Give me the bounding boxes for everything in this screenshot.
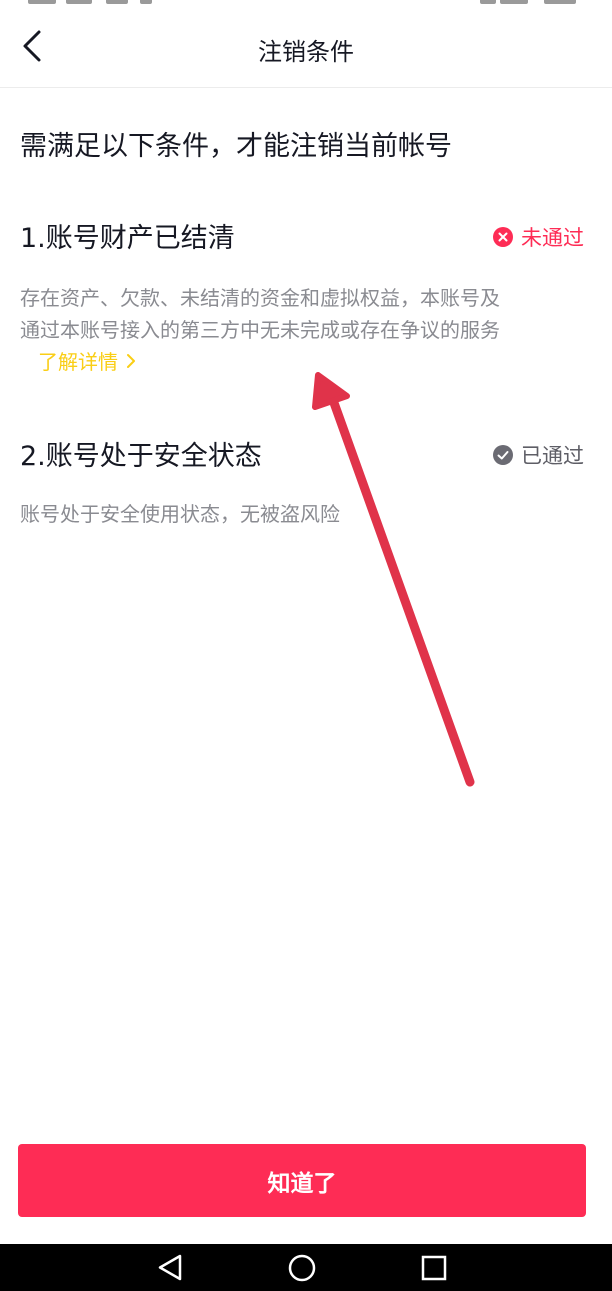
learn-more-link[interactable]: 了解详情 <box>38 346 136 375</box>
intro-text: 需满足以下条件，才能注销当前帐号 <box>20 131 452 162</box>
status-bar <box>0 0 612 8</box>
condition-description-1: 存在资产、欠款、未结清的资金和虚拟权益，本账号及 通过本账号接入的第三方中无未完… <box>20 282 590 346</box>
system-nav-bar <box>0 1244 612 1291</box>
status-label: 未通过 <box>521 226 584 250</box>
red-arrow-annotation-icon <box>312 372 475 787</box>
check-circle-icon <box>493 445 513 465</box>
description-line: 通过本账号接入的第三方中无未完成或存在争议的服务 <box>20 318 500 342</box>
learn-more-label: 了解详情 <box>38 350 118 374</box>
triangle-back-icon <box>158 1254 182 1281</box>
status-label: 已通过 <box>521 444 584 468</box>
description-line: 账号处于安全使用状态，无被盗风险 <box>20 502 340 526</box>
condition-title-1: 1.账号财产已结清 <box>20 223 235 254</box>
square-recents-icon <box>421 1255 447 1281</box>
page-title: 注销条件 <box>258 38 354 66</box>
circle-home-icon <box>288 1254 316 1282</box>
signal-icon <box>66 0 92 4</box>
system-back-button[interactable] <box>140 1244 200 1291</box>
system-home-button[interactable] <box>272 1244 332 1291</box>
screen: 注销条件 需满足以下条件，才能注销当前帐号 1.账号财产已结清 未通过 存在资产… <box>0 0 612 1291</box>
system-recents-button[interactable] <box>404 1244 464 1291</box>
status-badge-pass: 已通过 <box>493 440 584 470</box>
got-it-button[interactable]: 知道了 <box>18 1144 586 1217</box>
signal-icon-2 <box>106 0 128 4</box>
clock-text <box>544 0 576 4</box>
chevron-right-icon <box>127 353 135 368</box>
battery-icon <box>500 0 528 4</box>
close-circle-icon <box>493 227 513 247</box>
status-badge-fail: 未通过 <box>493 222 584 252</box>
wifi-icon <box>140 0 152 4</box>
nav-bar: 注销条件 <box>0 8 612 88</box>
description-line: 存在资产、欠款、未结清的资金和虚拟权益，本账号及 <box>20 286 500 310</box>
condition-description-2: 账号处于安全使用状态，无被盗风险 <box>20 498 590 530</box>
condition-title-2: 2.账号处于安全状态 <box>20 441 262 472</box>
hd-signal-icon <box>28 0 56 4</box>
alarm-icon <box>480 0 496 4</box>
